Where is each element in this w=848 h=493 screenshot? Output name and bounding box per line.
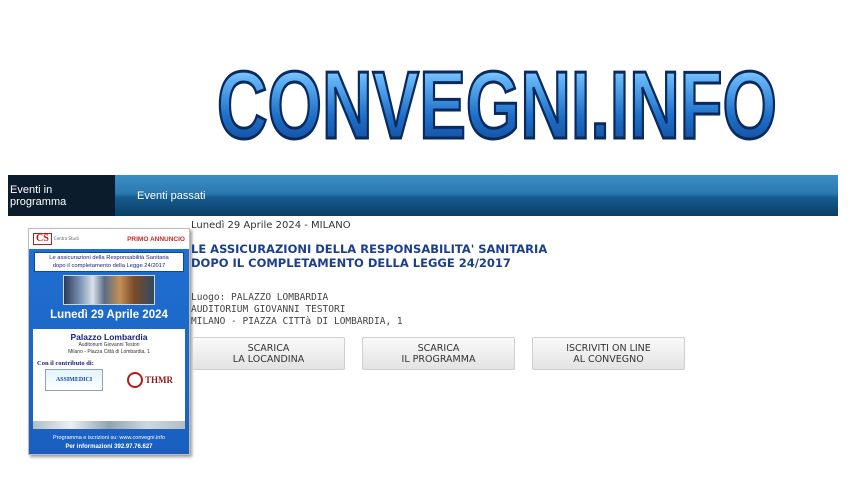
cs-logo-sub: Centro Studi bbox=[53, 236, 79, 241]
poster-date: Lunedì 29 Aprile 2024 bbox=[50, 309, 168, 321]
poster-photo bbox=[63, 275, 155, 305]
button-label: IL PROGRAMMA bbox=[401, 353, 476, 365]
poster-footer-phone: Per informazioni 392.97.76.627 bbox=[65, 444, 153, 450]
poster-place: Palazzo Lombardia bbox=[70, 332, 148, 342]
button-label: SCARICA bbox=[417, 342, 460, 354]
cs-logo-mark: CS bbox=[33, 233, 52, 245]
poster-badge: PRIMO ANNUNCIO bbox=[127, 235, 185, 243]
poster-strip bbox=[33, 421, 185, 429]
event-title: LE ASSICURAZIONI DELLA RESPONSABILITA' S… bbox=[191, 242, 651, 270]
poster-body: Le assicurazioni della Responsabilità Sa… bbox=[29, 249, 189, 454]
poster-contrib-label: Con il contributo di: bbox=[37, 360, 94, 367]
event-location-line: AUDITORIUM GIOVANNI TESTORI bbox=[191, 304, 346, 315]
event-title-line: LE ASSICURAZIONI DELLA RESPONSABILITA' S… bbox=[191, 242, 548, 256]
poster-title-line: Le assicurazioni della Responsabilità Sa… bbox=[49, 255, 169, 261]
nav-eventi-passati[interactable]: Eventi passati bbox=[115, 175, 221, 216]
download-poster-button[interactable]: SCARICA LA LOCANDINA bbox=[192, 337, 345, 370]
event-location-line: Luogo: PALAZZO LOMBARDIA bbox=[191, 292, 329, 303]
poster-address: Milano - Piazza Città di Lombardia, 1 bbox=[68, 349, 150, 355]
poster-title: Le assicurazioni della Responsabilità Sa… bbox=[34, 252, 184, 272]
sponsor-thmr-logo: THMR bbox=[127, 372, 173, 388]
thmr-text: THMR bbox=[145, 375, 173, 385]
nav-label: Eventi passati bbox=[137, 189, 206, 202]
poster-title-line: dopo il completamento della Legge 24/201… bbox=[52, 263, 166, 269]
button-label: LA LOCANDINA bbox=[232, 353, 305, 365]
download-program-button[interactable]: SCARICA IL PROGRAMMA bbox=[362, 337, 515, 370]
register-online-button[interactable]: ISCRIVITI ON LINE AL CONVEGNO bbox=[532, 337, 685, 370]
poster-footer-web: Programma e iscrizioni su: www.convegni.… bbox=[53, 435, 165, 441]
cs-logo: CS Centro Studi bbox=[33, 233, 80, 245]
poster-venue-box: Palazzo Lombardia Auditorium Giovanni Te… bbox=[33, 329, 185, 421]
button-label: AL CONVEGNO bbox=[573, 353, 644, 365]
event-poster[interactable]: CS Centro Studi PRIMO ANNUNCIO Le assicu… bbox=[28, 228, 190, 455]
nav-eventi-in-programma[interactable]: Eventi in programma bbox=[8, 175, 115, 216]
event-location: Luogo: PALAZZO LOMBARDIA AUDITORIUM GIOV… bbox=[191, 292, 403, 328]
sponsor-assimedici-logo: ASSIMEDICI bbox=[45, 369, 103, 391]
event-title-line: DOPO IL COMPLETAMENTO DELLA LEGGE 24/201… bbox=[191, 256, 511, 270]
poster-auditorium: Auditorium Giovanni Testori bbox=[78, 342, 140, 348]
logo-text: CONVEGNI.INFO bbox=[217, 52, 777, 158]
poster-sponsors: ASSIMEDICI THMR bbox=[33, 369, 185, 391]
nav-label: Eventi in programma bbox=[10, 183, 67, 208]
event-location-line: MILANO - PIAZZA CITTà DI LOMBARDIA, 1 bbox=[191, 316, 403, 327]
poster-header: CS Centro Studi PRIMO ANNUNCIO bbox=[29, 229, 189, 249]
main-nav: Eventi in programma Eventi passati bbox=[8, 175, 838, 216]
button-label: ISCRIVITI ON LINE bbox=[566, 342, 651, 354]
event-date: Lunedì 29 Aprile 2024 - MILANO bbox=[191, 220, 351, 231]
thmr-circle-icon bbox=[127, 372, 143, 388]
button-label: SCARICA bbox=[247, 342, 290, 354]
site-logo[interactable]: CONVEGNI.INFO bbox=[212, 48, 782, 159]
